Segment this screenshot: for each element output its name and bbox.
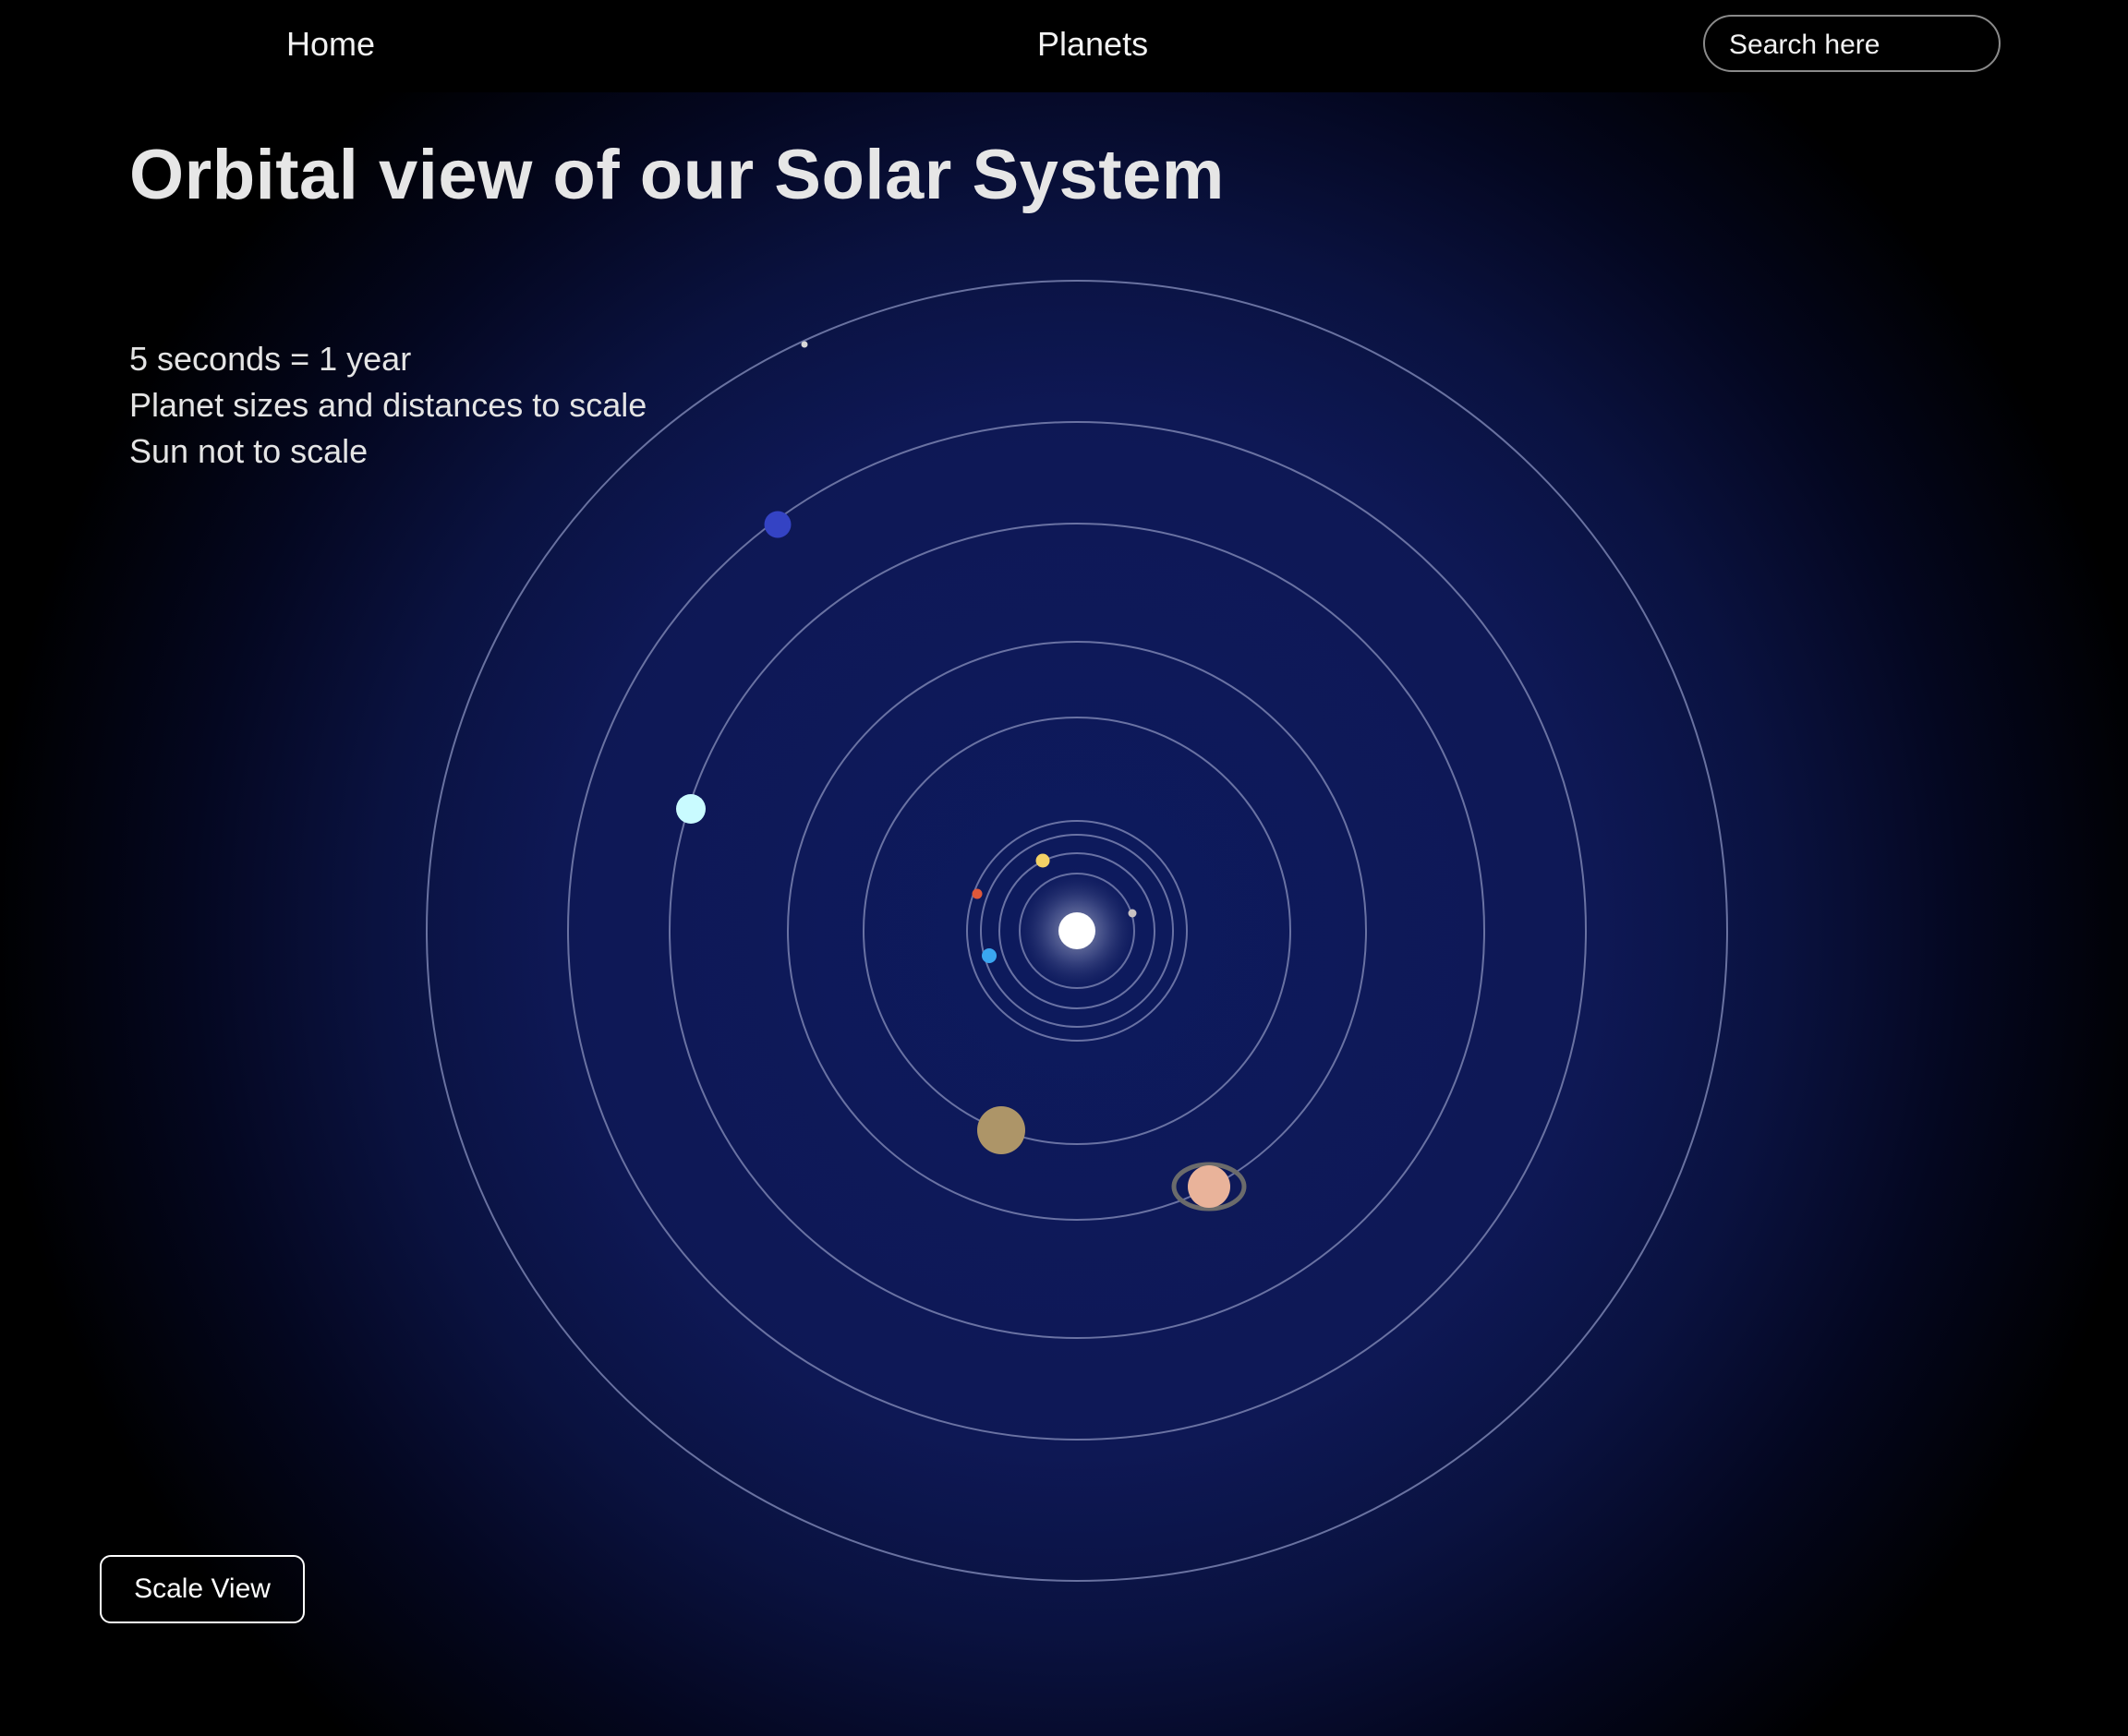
planets-group — [676, 341, 1247, 1212]
planet-jupiter[interactable] — [977, 1106, 1025, 1154]
planet-venus[interactable] — [1035, 853, 1050, 868]
sun — [1058, 912, 1095, 949]
planet-mercury[interactable] — [1128, 909, 1137, 918]
planet-mars[interactable] — [972, 888, 983, 899]
scale-view-button[interactable]: Scale View — [100, 1555, 305, 1623]
planet-earth[interactable] — [982, 948, 997, 963]
planet-uranus[interactable] — [676, 794, 706, 824]
planet-neptune[interactable] — [764, 511, 792, 538]
planet-saturn[interactable] — [1188, 1165, 1230, 1208]
planet-pluto[interactable] — [801, 341, 808, 348]
solar-system-diagram — [426, 280, 1728, 1582]
